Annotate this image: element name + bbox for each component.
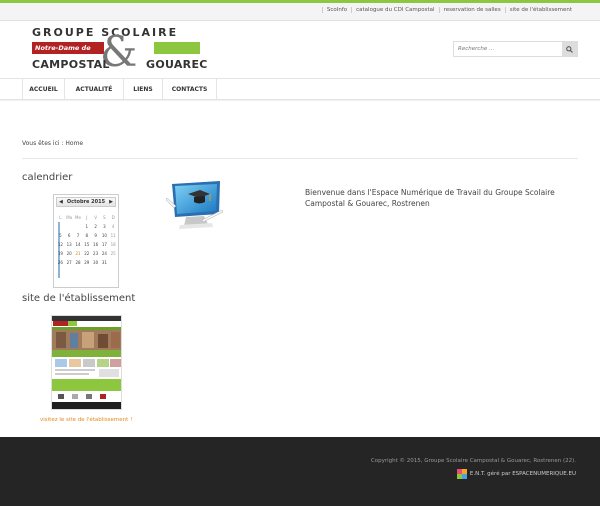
calendar-week: 26 27 28 29 30 31: [56, 258, 118, 267]
toplink-scoinfo[interactable]: ScoInfo: [321, 7, 351, 13]
calendar-day[interactable]: 3: [100, 222, 109, 231]
top-links: ScoInfo catalogue du CDI Campostal reser…: [321, 7, 576, 13]
weekday: L: [59, 215, 62, 220]
calendar-day[interactable]: 4: [109, 222, 118, 231]
calendar-widget: ◀ Octobre 2015 ▶ L Ma Me J V S D 1 2 3 4…: [53, 194, 119, 288]
toplink-reservation[interactable]: reservation de salles: [438, 7, 505, 13]
welcome-text: Bienvenue dans l'Espace Numérique de Tra…: [305, 188, 555, 208]
weekday: J: [86, 215, 88, 220]
calendar-month: Octobre 2015: [66, 199, 106, 205]
calendar-day[interactable]: 5: [56, 231, 65, 240]
breadcrumb: Vous êtes ici : Home: [22, 140, 84, 147]
calendar-day[interactable]: 20: [65, 249, 74, 258]
toplink-catalogue[interactable]: catalogue du CDI Campostal: [351, 7, 438, 13]
weekday: V: [94, 215, 97, 220]
nav-actualite[interactable]: ACTUALITÉ: [65, 79, 124, 99]
search-icon: [566, 45, 573, 53]
site-title: site de l'établissement: [22, 293, 136, 304]
calendar-day[interactable]: 31: [100, 258, 109, 267]
logo-campostal: CAMPOSTAL: [32, 58, 110, 71]
divider: [22, 158, 578, 159]
calendar-week: 1 2 3 4: [56, 222, 118, 231]
calendar-day[interactable]: 6: [65, 231, 74, 240]
logo-gouarec: GOUAREC: [146, 58, 208, 71]
site-screenshot-image: [52, 316, 121, 409]
calendar-day[interactable]: 14: [74, 240, 83, 249]
calendar-day[interactable]: 7: [74, 231, 83, 240]
calendar-day[interactable]: 29: [82, 258, 91, 267]
calendar-day[interactable]: [109, 258, 118, 267]
calendar-day[interactable]: 16: [91, 240, 100, 249]
calendar-day[interactable]: 12: [56, 240, 65, 249]
footer-ent-credit[interactable]: E.N.T. géré par ESPACENUMERIQUE.EU: [456, 469, 576, 479]
main-content: Vous êtes ici : Home calendrier ◀ Octobr…: [0, 101, 600, 437]
footer-ent-text: E.N.T. géré par ESPACENUMERIQUE.EU: [469, 471, 576, 477]
calendar-day[interactable]: 9: [91, 231, 100, 240]
toplink-site[interactable]: site de l'établissement: [504, 7, 576, 13]
calendar-day[interactable]: 8: [82, 231, 91, 240]
logo-green-tag: [154, 42, 200, 54]
espacenumerique-logo-icon: [456, 469, 467, 479]
calendar-day[interactable]: 15: [82, 240, 91, 249]
calendar-day[interactable]: [65, 222, 74, 231]
footer: Copyright © 2015, Groupe Scolaire Campos…: [0, 437, 600, 506]
calendar-title: calendrier: [22, 172, 73, 183]
footer-copyright: Copyright © 2015, Groupe Scolaire Campos…: [370, 458, 576, 464]
top-links-bar: ScoInfo catalogue du CDI Campostal reser…: [0, 3, 600, 21]
calendar-day[interactable]: 10: [100, 231, 109, 240]
calendar-day[interactable]: 2: [91, 222, 100, 231]
calendar-day[interactable]: [74, 222, 83, 231]
calendar-day[interactable]: 25: [109, 249, 118, 258]
calendar-day[interactable]: 27: [65, 258, 74, 267]
calendar-day[interactable]: 23: [91, 249, 100, 258]
search-input[interactable]: [454, 42, 562, 56]
calendar-day[interactable]: 28: [74, 258, 83, 267]
calendar-day[interactable]: 24: [100, 249, 109, 258]
calendar-day[interactable]: 1: [82, 222, 91, 231]
calendar-day-today[interactable]: 21: [74, 249, 83, 258]
calendar-day[interactable]: [56, 222, 65, 231]
school-logo[interactable]: GROUPE SCOLAIRE Notre-Dame de & CAMPOSTA…: [32, 26, 207, 73]
site-link[interactable]: visitez le site de l'établissement !: [40, 417, 132, 423]
calendar-week: 5 6 7 8 9 10 11: [56, 231, 118, 240]
calendar-days: L Ma Me J V S D 1 2 3 4 5 6 7 8 9 10 11 …: [56, 213, 118, 267]
nav-accueil[interactable]: ACCUEIL: [22, 79, 65, 99]
calendar-header: ◀ Octobre 2015 ▶: [56, 197, 116, 207]
header: GROUPE SCOLAIRE Notre-Dame de & CAMPOSTA…: [0, 21, 600, 78]
calendar-week: 19 20 21 22 23 24 25: [56, 249, 118, 258]
weekday: Ma: [66, 215, 73, 220]
calendar-day[interactable]: 18: [109, 240, 118, 249]
calendar-day[interactable]: 19: [56, 249, 65, 258]
calendar-day[interactable]: 13: [65, 240, 74, 249]
calendar-day[interactable]: 17: [100, 240, 109, 249]
search-box: [453, 41, 578, 57]
calendar-week: 12 13 14 15 16 17 18: [56, 240, 118, 249]
computer-monitor-icon: [166, 181, 223, 229]
calendar-day[interactable]: 30: [91, 258, 100, 267]
calendar-next[interactable]: ▶: [109, 199, 113, 205]
calendar-day[interactable]: 26: [56, 258, 65, 267]
logo-red-tag: Notre-Dame de: [32, 42, 104, 54]
calendar-prev[interactable]: ◀: [59, 199, 63, 205]
weekday: D: [111, 215, 115, 220]
weekday: S: [103, 215, 106, 220]
calendar-day[interactable]: 11: [109, 231, 118, 240]
main-nav: ACCUEIL ACTUALITÉ LIENS CONTACTS: [0, 78, 600, 100]
search-button[interactable]: [562, 42, 577, 56]
nav-liens[interactable]: LIENS: [124, 79, 163, 99]
calendar-day[interactable]: 22: [82, 249, 91, 258]
site-thumbnail[interactable]: [51, 315, 122, 410]
calendar-weekdays: L Ma Me J V S D: [56, 213, 118, 222]
nav-contacts[interactable]: CONTACTS: [163, 79, 217, 99]
weekday: Me: [75, 215, 81, 220]
